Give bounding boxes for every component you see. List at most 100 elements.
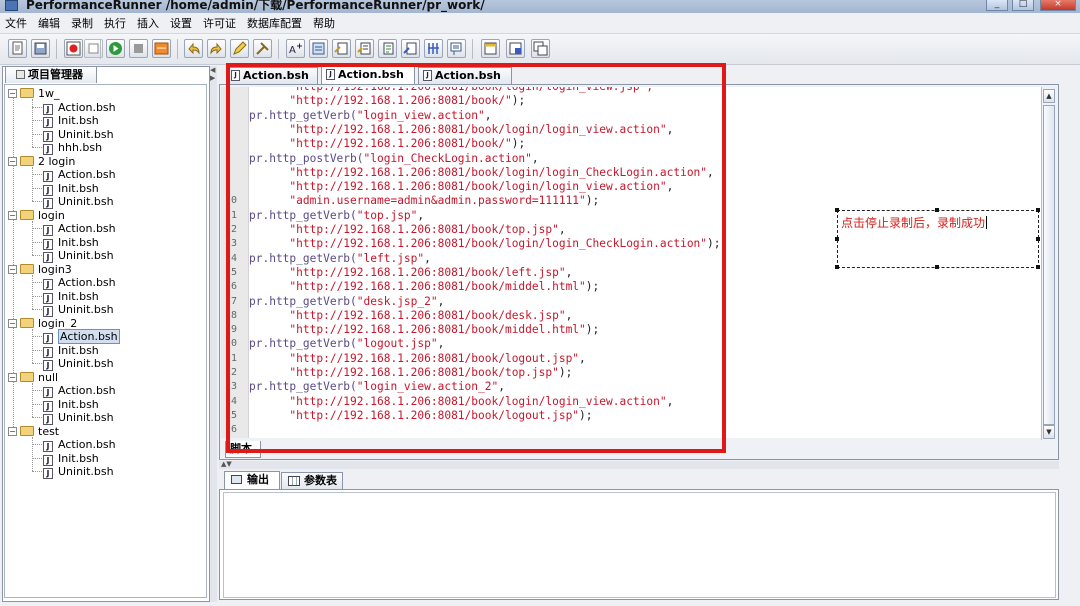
collapse-toggle-icon[interactable]: −	[8, 210, 17, 220]
resize-handle[interactable]	[1036, 237, 1040, 241]
table-icon	[288, 476, 300, 486]
rendezvous-icon[interactable]	[378, 39, 397, 58]
tree-file[interactable]: J Init.bsh	[43, 452, 99, 466]
resize-handle[interactable]	[935, 208, 939, 212]
tree-file[interactable]: J Init.bsh	[43, 236, 99, 250]
transaction-start-icon[interactable]	[332, 39, 351, 58]
tree-file[interactable]: J Uninit.bsh	[43, 195, 114, 209]
record-icon[interactable]	[64, 39, 83, 58]
editor-vertical-scrollbar[interactable]: ▲ ▼	[1041, 87, 1056, 440]
collapse-toggle-icon[interactable]: −	[8, 156, 17, 166]
tree-file[interactable]: J Action.bsh	[43, 276, 116, 290]
tree-file[interactable]: Jhhh.bsh	[43, 141, 102, 155]
tree-file[interactable]: J Init.bsh	[43, 398, 99, 412]
resize-handle[interactable]	[1036, 208, 1040, 212]
resize-handle[interactable]	[835, 208, 839, 212]
menu-run[interactable]: 执行	[99, 13, 132, 32]
properties-icon[interactable]	[481, 39, 500, 58]
tree-folder[interactable]: − test	[8, 425, 59, 438]
output-window-icon[interactable]	[506, 39, 525, 58]
tree-connector	[32, 120, 42, 121]
menu-record[interactable]: 录制	[66, 13, 99, 32]
transaction-end-icon[interactable]	[355, 39, 374, 58]
tree-file[interactable]: J Uninit.bsh	[43, 357, 114, 371]
tree-file[interactable]: J Uninit.bsh	[43, 249, 114, 263]
redo-icon[interactable]	[207, 39, 226, 58]
tree-file[interactable]: J Init.bsh	[43, 181, 99, 196]
tree-connector	[32, 133, 42, 135]
tree-file[interactable]: J Action.bsh	[43, 329, 120, 344]
maximize-button[interactable]: □	[1012, 0, 1034, 11]
minimize-button[interactable]: _	[986, 0, 1008, 11]
new-script-icon[interactable]	[8, 39, 27, 58]
tab-output[interactable]: 输出	[224, 471, 280, 489]
scroll-down-icon[interactable]: ▼	[1043, 425, 1055, 439]
tree-file[interactable]: J Action.bsh	[43, 168, 116, 182]
undo-icon[interactable]	[184, 39, 203, 58]
tree-file[interactable]: J Action.bsh	[43, 384, 116, 398]
tree-folder[interactable]: − login3	[8, 263, 72, 276]
menu-help[interactable]: 帮助	[308, 13, 341, 32]
panel-splitter[interactable]: ◀ ▶	[210, 66, 217, 602]
tab-project-manager[interactable]: 项目管理器	[5, 66, 97, 83]
tree-file-label: Action.bsh	[58, 168, 116, 181]
tree-file-label: Init.bsh	[58, 114, 99, 127]
tree-file[interactable]: J Action.bsh	[43, 438, 116, 452]
tools-icon[interactable]	[253, 39, 272, 58]
tree-file-label: Uninit.bsh	[58, 249, 114, 262]
insert-param-icon[interactable]	[309, 39, 328, 58]
think-time-icon[interactable]	[401, 39, 420, 58]
check-point-icon[interactable]	[424, 39, 443, 58]
insert-text-icon[interactable]: A	[286, 39, 305, 58]
collapse-toggle-icon[interactable]: −	[8, 89, 17, 98]
collapse-left-icon[interactable]: ◀	[210, 66, 215, 74]
tree-file[interactable]: J Action.bsh	[43, 222, 116, 236]
run-icon[interactable]	[106, 39, 125, 58]
horizontal-splitter[interactable]: ▲▼	[219, 461, 1059, 469]
scroll-up-icon[interactable]: ▲	[1043, 89, 1055, 103]
collapse-toggle-icon[interactable]: −	[8, 264, 17, 274]
tree-file[interactable]: J Action.bsh	[43, 101, 116, 115]
collapse-toggle-icon[interactable]: −	[8, 426, 17, 436]
tree-folder[interactable]: − 2 login	[8, 155, 75, 168]
tree-file[interactable]: J Uninit.bsh	[43, 465, 114, 479]
annotation-textbox[interactable]: 点击停止录制后，录制成功	[835, 208, 1040, 269]
tree-file[interactable]: J Uninit.bsh	[43, 128, 114, 142]
menu-edit[interactable]: 编辑	[33, 13, 66, 32]
tree-file[interactable]: J Init.bsh	[43, 114, 99, 128]
java-file-icon: J	[43, 414, 53, 425]
menu-license[interactable]: 许可证	[198, 13, 242, 32]
menu-file[interactable]: 文件	[0, 13, 33, 32]
output-console[interactable]	[223, 492, 1056, 598]
tree-file[interactable]: J Init.bsh	[43, 344, 99, 358]
scroll-thumb[interactable]	[1043, 105, 1055, 425]
close-button[interactable]: ×	[1040, 0, 1076, 11]
collapse-toggle-icon[interactable]: −	[8, 372, 17, 382]
menu-database-config[interactable]: 数据库配置	[242, 13, 308, 32]
expand-right-icon[interactable]: ▶	[210, 74, 215, 82]
menu-settings[interactable]: 设置	[165, 13, 198, 32]
tree-folder[interactable]: − 1w_	[8, 87, 60, 100]
tree-folder[interactable]: − login_2	[8, 317, 77, 330]
resize-handle[interactable]	[935, 265, 939, 269]
split-icon[interactable]	[447, 39, 466, 58]
collapse-toggle-icon[interactable]: −	[8, 318, 17, 328]
resize-handle[interactable]	[835, 237, 839, 241]
tree-file[interactable]: J Uninit.bsh	[43, 411, 114, 425]
window-icon[interactable]	[531, 39, 550, 58]
stop-icon[interactable]	[129, 39, 148, 58]
tree-file[interactable]: J Init.bsh	[43, 289, 99, 304]
tree-file-label: Init.bsh	[58, 289, 99, 303]
compile-icon[interactable]	[152, 39, 171, 58]
tree-file-label: Init.bsh	[58, 181, 99, 195]
resize-handle[interactable]	[835, 265, 839, 269]
menu-insert[interactable]: 插入	[132, 13, 165, 32]
tree-folder[interactable]: − null	[8, 371, 58, 384]
tree-file-label: Action.bsh	[58, 384, 116, 397]
save-icon[interactable]	[31, 39, 50, 58]
tab-parameter-table[interactable]: 参数表	[281, 472, 343, 489]
tree-folder[interactable]: − login	[8, 209, 65, 222]
edit-icon[interactable]	[230, 39, 249, 58]
resize-handle[interactable]	[1036, 265, 1040, 269]
tree-file[interactable]: J Uninit.bsh	[43, 303, 114, 317]
